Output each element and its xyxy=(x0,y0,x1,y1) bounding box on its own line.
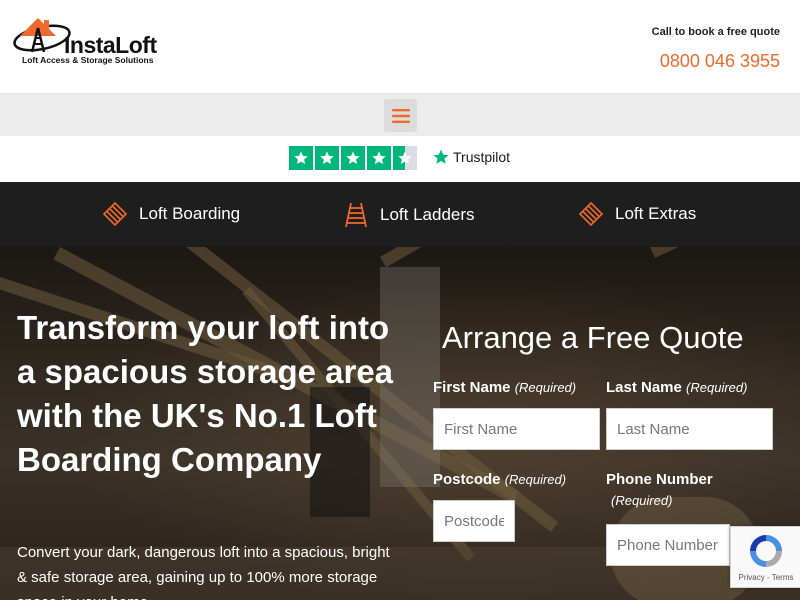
house-logo-icon xyxy=(13,18,71,53)
hero-title: Transform your loft into a spacious stor… xyxy=(17,309,394,478)
trustpilot-logo[interactable]: Trustpilot xyxy=(432,148,510,166)
phone-number-label: Phone Number (Required) xyxy=(606,471,713,508)
service-nav: Loft Boarding Loft Ladders Loft Extras xyxy=(0,182,800,247)
nav-loft-ladders[interactable]: Loft Ladders xyxy=(344,202,475,228)
star-icon xyxy=(315,146,339,170)
nav-label: Loft Ladders xyxy=(380,205,475,224)
nav-loft-extras[interactable]: Loft Extras xyxy=(579,202,696,226)
extras-icon xyxy=(579,202,603,226)
star-icon xyxy=(289,146,313,170)
phone-link[interactable]: 0800 046 3955 xyxy=(660,51,780,72)
recaptcha-links[interactable]: Privacy - Terms xyxy=(731,573,800,582)
logo-tagline: Loft Access & Storage Solutions xyxy=(22,55,154,65)
call-label: Call to book a free quote xyxy=(651,26,780,38)
star-icon xyxy=(367,146,391,170)
trustpilot-star-icon xyxy=(433,149,449,164)
mobile-menu-bar xyxy=(0,93,800,137)
ladder-icon xyxy=(345,202,367,228)
last-name-field[interactable] xyxy=(606,408,773,450)
instaloft-logo[interactable]: InstaLoft Loft Access & Storage Solution… xyxy=(12,14,172,70)
boarding-icon xyxy=(103,202,127,226)
quote-form-title: Arrange a Free Quote xyxy=(442,320,744,355)
postcode-field[interactable] xyxy=(433,500,515,542)
trustpilot-label: Trustpilot xyxy=(453,149,511,165)
nav-loft-boarding[interactable]: Loft Boarding xyxy=(103,202,240,226)
nav-label: Loft Boarding xyxy=(139,204,241,223)
hamburger-icon xyxy=(391,108,410,123)
recaptcha-badge[interactable]: Privacy - Terms xyxy=(730,526,800,588)
recaptcha-icon xyxy=(750,535,782,567)
trustpilot-stars[interactable] xyxy=(289,146,417,170)
phone-number-field[interactable] xyxy=(606,524,730,566)
site-header: InstaLoft Loft Access & Storage Solution… xyxy=(0,0,800,93)
first-name-field[interactable] xyxy=(433,408,600,450)
menu-toggle-button[interactable] xyxy=(384,99,417,132)
hero-subtitle: Convert your dark, dangerous loft into a… xyxy=(17,544,390,611)
nav-label: Loft Extras xyxy=(615,204,697,223)
postcode-label: Postcode (Required) xyxy=(433,471,567,488)
star-icon xyxy=(341,146,365,170)
first-name-label: First Name (Required) xyxy=(433,379,577,396)
last-name-label: Last Name (Required) xyxy=(606,379,748,396)
half-star-icon xyxy=(393,146,417,170)
